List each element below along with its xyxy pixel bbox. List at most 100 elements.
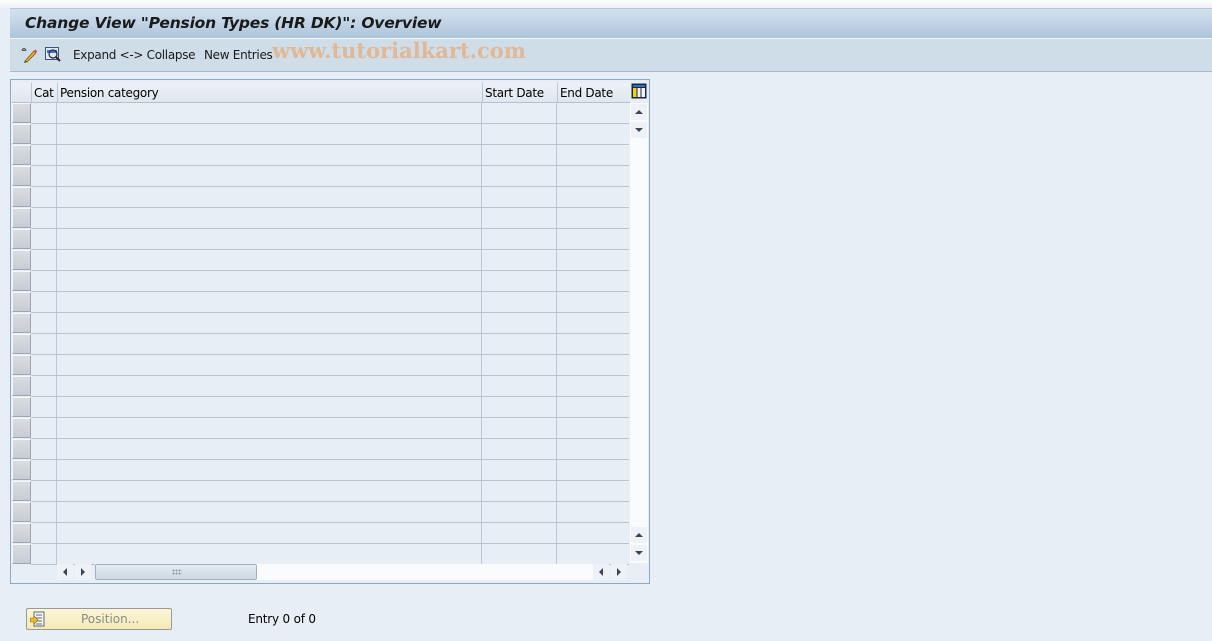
- cell-cat[interactable]: [31, 292, 57, 313]
- cell-end-date[interactable]: [557, 271, 629, 292]
- row-selector[interactable]: [12, 502, 31, 522]
- scroll-down-button[interactable]: [631, 545, 647, 561]
- cell-start-date[interactable]: [482, 355, 557, 376]
- cell-pension-category[interactable]: [57, 544, 482, 565]
- cell-start-date[interactable]: [482, 103, 557, 124]
- cell-end-date[interactable]: [557, 103, 629, 124]
- cell-cat[interactable]: [31, 313, 57, 334]
- cell-cat[interactable]: [31, 166, 57, 187]
- cell-cat[interactable]: [31, 250, 57, 271]
- cell-pension-category[interactable]: [57, 502, 482, 523]
- scroll-up-button[interactable]: [631, 104, 647, 120]
- select-all-icon[interactable]: [44, 46, 62, 64]
- row-selector[interactable]: [12, 229, 31, 249]
- row-selector[interactable]: [12, 376, 31, 396]
- row-selector[interactable]: [12, 250, 31, 270]
- row-selector[interactable]: [12, 397, 31, 417]
- cell-start-date[interactable]: [482, 292, 557, 313]
- position-button[interactable]: Position...: [26, 608, 172, 630]
- display-change-icon[interactable]: [20, 46, 38, 64]
- cell-end-date[interactable]: [557, 145, 629, 166]
- cell-start-date[interactable]: [482, 376, 557, 397]
- cell-start-date[interactable]: [482, 418, 557, 439]
- cell-pension-category[interactable]: [57, 145, 482, 166]
- cell-start-date[interactable]: [482, 229, 557, 250]
- cell-end-date[interactable]: [557, 439, 629, 460]
- cell-pension-category[interactable]: [57, 418, 482, 439]
- horizontal-scroll-thumb[interactable]: [95, 564, 257, 580]
- cell-cat[interactable]: [31, 502, 57, 523]
- cell-cat[interactable]: [31, 145, 57, 166]
- cell-cat[interactable]: [31, 124, 57, 145]
- row-selector[interactable]: [12, 124, 31, 144]
- cell-start-date[interactable]: [482, 271, 557, 292]
- row-selector[interactable]: [12, 292, 31, 312]
- cell-cat[interactable]: [31, 103, 57, 124]
- cell-end-date[interactable]: [557, 292, 629, 313]
- cell-end-date[interactable]: [557, 460, 629, 481]
- row-selector[interactable]: [12, 145, 31, 165]
- cell-start-date[interactable]: [482, 460, 557, 481]
- cell-start-date[interactable]: [482, 166, 557, 187]
- cell-pension-category[interactable]: [57, 523, 482, 544]
- cell-start-date[interactable]: [482, 208, 557, 229]
- cell-end-date[interactable]: [557, 544, 629, 565]
- scroll-right-end-button[interactable]: [611, 564, 627, 580]
- cell-cat[interactable]: [31, 376, 57, 397]
- cell-start-date[interactable]: [482, 439, 557, 460]
- row-selector[interactable]: [12, 208, 31, 228]
- cell-end-date[interactable]: [557, 187, 629, 208]
- cell-start-date[interactable]: [482, 145, 557, 166]
- cell-cat[interactable]: [31, 229, 57, 250]
- cell-cat[interactable]: [31, 271, 57, 292]
- cell-end-date[interactable]: [557, 334, 629, 355]
- cell-pension-category[interactable]: [57, 397, 482, 418]
- new-entries-button[interactable]: New Entries: [204, 48, 273, 62]
- row-selector[interactable]: [12, 271, 31, 291]
- cell-cat[interactable]: [31, 544, 57, 565]
- table-settings-icon[interactable]: [631, 83, 647, 99]
- row-selector[interactable]: [12, 460, 31, 480]
- cell-end-date[interactable]: [557, 355, 629, 376]
- cell-end-date[interactable]: [557, 229, 629, 250]
- cell-start-date[interactable]: [482, 187, 557, 208]
- column-header-pension-category[interactable]: Pension category: [58, 83, 483, 103]
- select-all-rows-corner[interactable]: [12, 83, 32, 103]
- column-header-end-date[interactable]: End Date: [558, 83, 630, 103]
- row-selector[interactable]: [12, 355, 31, 375]
- cell-pension-category[interactable]: [57, 292, 482, 313]
- cell-end-date[interactable]: [557, 523, 629, 544]
- row-selector[interactable]: [12, 439, 31, 459]
- cell-end-date[interactable]: [557, 208, 629, 229]
- expand-collapse-button[interactable]: Expand <-> Collapse: [73, 48, 196, 62]
- scroll-right-button[interactable]: [75, 564, 91, 580]
- cell-pension-category[interactable]: [57, 481, 482, 502]
- cell-end-date[interactable]: [557, 124, 629, 145]
- cell-start-date[interactable]: [482, 481, 557, 502]
- row-selector[interactable]: [12, 166, 31, 186]
- row-selector[interactable]: [12, 313, 31, 333]
- cell-pension-category[interactable]: [57, 460, 482, 481]
- cell-start-date[interactable]: [482, 523, 557, 544]
- cell-start-date[interactable]: [482, 334, 557, 355]
- scroll-up-bottom-button[interactable]: [631, 527, 647, 543]
- cell-end-date[interactable]: [557, 376, 629, 397]
- cell-pension-category[interactable]: [57, 103, 482, 124]
- cell-pension-category[interactable]: [57, 334, 482, 355]
- cell-cat[interactable]: [31, 418, 57, 439]
- cell-end-date[interactable]: [557, 418, 629, 439]
- scroll-down-top-button[interactable]: [631, 122, 647, 138]
- cell-end-date[interactable]: [557, 166, 629, 187]
- cell-start-date[interactable]: [482, 124, 557, 145]
- cell-start-date[interactable]: [482, 250, 557, 271]
- cell-end-date[interactable]: [557, 250, 629, 271]
- cell-pension-category[interactable]: [57, 124, 482, 145]
- cell-cat[interactable]: [31, 334, 57, 355]
- cell-start-date[interactable]: [482, 544, 557, 565]
- cell-pension-category[interactable]: [57, 250, 482, 271]
- column-header-cat[interactable]: Cat: [32, 83, 58, 103]
- row-selector[interactable]: [12, 418, 31, 438]
- vertical-scrollbar[interactable]: [630, 103, 648, 563]
- cell-cat[interactable]: [31, 187, 57, 208]
- cell-end-date[interactable]: [557, 502, 629, 523]
